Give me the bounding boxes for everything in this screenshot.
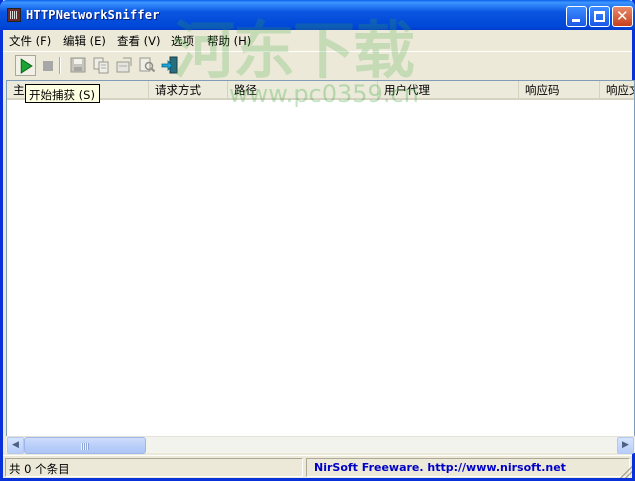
status-credit: NirSoft Freeware. http://www.nirsoft.net	[306, 458, 630, 477]
status-bar: 共 0 个条目 NirSoft Freeware. http://www.nir…	[3, 455, 632, 478]
packets-list[interactable]: 主 请求方式 路径 用户代理 响应码 响应文	[6, 80, 635, 452]
copy-button[interactable]	[92, 56, 110, 74]
scroll-left-button[interactable]: ◀	[7, 437, 24, 454]
play-icon	[20, 58, 33, 74]
list-header: 主 请求方式 路径 用户代理 响应码 响应文	[7, 81, 634, 100]
toolbar	[3, 51, 632, 79]
stop-icon	[43, 61, 53, 71]
column-method[interactable]: 请求方式	[149, 81, 228, 100]
close-icon: ✕	[616, 7, 629, 25]
close-button[interactable]: ✕	[612, 6, 633, 27]
menu-bar: 文件 (F) 编辑 (E) 查看 (V) 选项 帮助 (H)	[3, 30, 632, 51]
properties-icon	[116, 57, 132, 73]
menu-options[interactable]: 选项	[171, 33, 194, 49]
arrow-right-icon: ▶	[622, 440, 629, 450]
stop-capture-button[interactable]	[39, 56, 57, 74]
scroll-thumb[interactable]	[24, 437, 146, 454]
app-network-icon[interactable]	[7, 8, 21, 22]
maximize-icon	[594, 11, 605, 22]
scroll-right-button[interactable]: ▶	[617, 437, 634, 454]
resize-grip-icon[interactable]	[620, 466, 632, 478]
grip-icon	[81, 443, 89, 450]
find-button[interactable]	[138, 56, 156, 74]
app-window: HTTPNetworkSniffer ✕ 文件 (F) 编辑 (E) 查看 (V…	[0, 0, 635, 481]
minimize-icon	[572, 19, 580, 22]
start-capture-button[interactable]	[15, 55, 36, 76]
column-response-code[interactable]: 响应码	[519, 81, 600, 100]
toolbar-separator	[59, 57, 61, 74]
start-capture-tooltip: 开始捕获 (S)	[25, 84, 100, 103]
maximize-button[interactable]	[589, 6, 610, 27]
copy-icon	[93, 57, 109, 74]
exit-icon	[161, 56, 178, 74]
window-title: HTTPNetworkSniffer	[26, 8, 160, 22]
save-icon	[70, 57, 86, 73]
column-path[interactable]: 路径	[228, 81, 378, 100]
status-item-count: 共 0 个条目	[5, 458, 303, 477]
menu-edit[interactable]: 编辑 (E)	[63, 33, 106, 49]
arrow-left-icon: ◀	[12, 440, 19, 450]
column-response-text[interactable]: 响应文	[600, 81, 634, 100]
nirsoft-link[interactable]: http://www.nirsoft.net	[427, 461, 566, 474]
menu-help[interactable]: 帮助 (H)	[207, 33, 251, 49]
minimize-button[interactable]	[566, 6, 587, 27]
menu-view[interactable]: 查看 (V)	[117, 33, 161, 49]
column-user-agent[interactable]: 用户代理	[378, 81, 519, 100]
title-bar[interactable]: HTTPNetworkSniffer ✕	[0, 0, 635, 30]
exit-button[interactable]	[161, 56, 179, 74]
horizontal-scrollbar[interactable]: ◀ ▶	[6, 436, 635, 454]
save-button[interactable]	[69, 56, 87, 74]
menu-file[interactable]: 文件 (F)	[9, 33, 51, 49]
find-icon	[139, 57, 156, 73]
credit-text: NirSoft Freeware.	[314, 461, 424, 474]
properties-button[interactable]	[115, 56, 133, 74]
